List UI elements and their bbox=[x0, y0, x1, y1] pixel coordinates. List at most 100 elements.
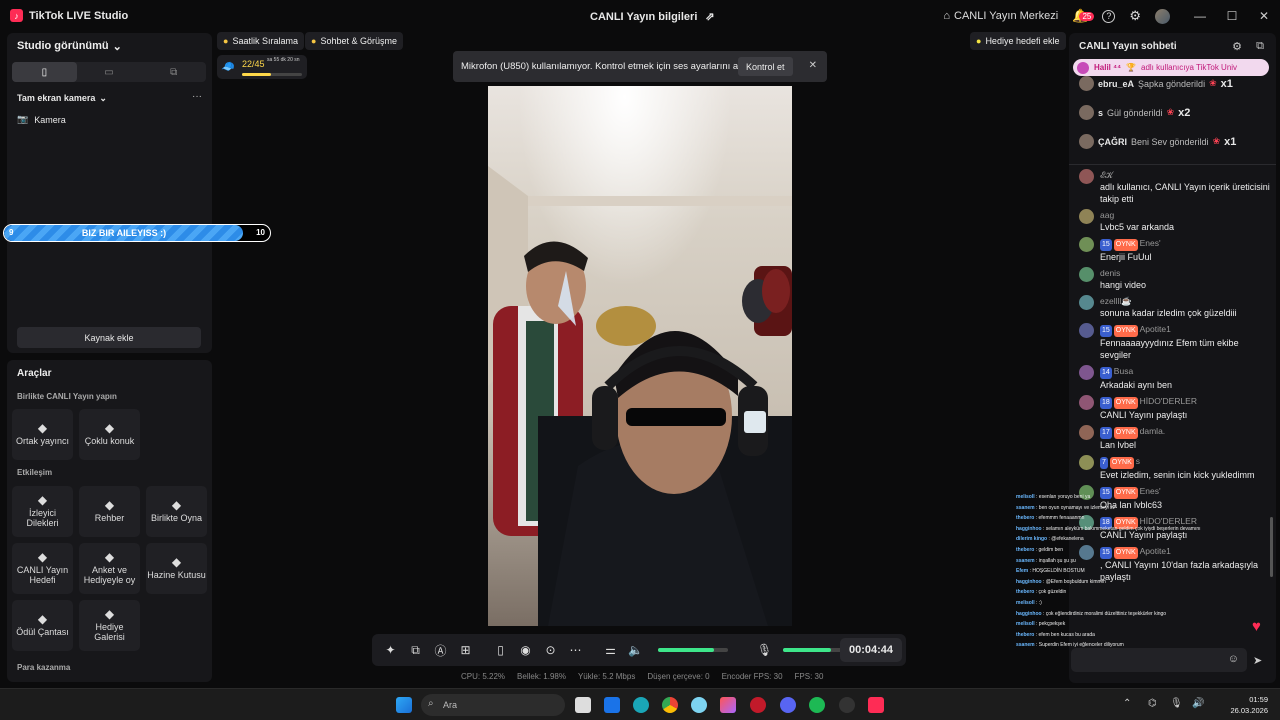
mixer-icon[interactable]: ⚌ bbox=[598, 643, 623, 657]
chat-input[interactable]: ☺ bbox=[1071, 648, 1247, 672]
chat-settings-icon[interactable]: ⚙ bbox=[1232, 40, 1242, 53]
chat-message[interactable]: aag Lvbc5 var arkanda bbox=[1069, 207, 1276, 235]
gift-count: x1 bbox=[1220, 77, 1233, 90]
task-view-icon[interactable] bbox=[575, 697, 591, 713]
avatar bbox=[1079, 395, 1094, 410]
source-item-camera[interactable]: 📷 Kamera bbox=[17, 114, 66, 125]
live-info-button[interactable]: CANLI Yayın bilgileri ⇗ bbox=[590, 10, 715, 24]
chat-message[interactable]: ezellll☕ sonuna kadar izledim çok güzeldi… bbox=[1069, 293, 1276, 321]
fan-badge: OYNK bbox=[1109, 457, 1134, 469]
tiktok-studio-icon[interactable] bbox=[868, 697, 884, 713]
maximize-button[interactable]: ☐ bbox=[1216, 9, 1248, 23]
live-center-button[interactable]: ⌂ CANLI Yayın Merkezi bbox=[943, 10, 1058, 22]
capture-icon[interactable]: ⊙ bbox=[538, 643, 563, 657]
speaker-icon[interactable]: 🔈 bbox=[623, 643, 648, 657]
chat-message[interactable]: 𝓔𝓚 adlı kullanıcı, CANLI Yayın içerik üre… bbox=[1069, 167, 1276, 207]
windows-start-icon[interactable] bbox=[396, 697, 412, 713]
volume-slider[interactable] bbox=[658, 648, 728, 652]
scene-dropdown[interactable]: Tam ekran kamera ⌄ bbox=[17, 93, 107, 104]
wishes-tool[interactable]: ◆ İzleyici Dilekleri bbox=[12, 486, 73, 537]
minimize-button[interactable]: — bbox=[1184, 9, 1216, 23]
close-button[interactable]: ✕ bbox=[1248, 9, 1280, 23]
emoji-icon[interactable]: ☺ bbox=[1228, 653, 1239, 665]
chat-message[interactable]: 15 OYNK Enes' Enerjii FuUul bbox=[1069, 235, 1276, 265]
overlay-username: ssanem bbox=[1016, 504, 1035, 511]
tool-label: Birlikte Oyna bbox=[150, 513, 203, 523]
notifications-button[interactable]: 🔔 25 bbox=[1072, 8, 1095, 24]
gift-list: ebru_eA Şapka gönderildi ❀ x1 s Gül gönderild… bbox=[1069, 69, 1276, 156]
media-player-icon[interactable] bbox=[750, 697, 766, 713]
mic-tray-icon[interactable]: 🎙 bbox=[1170, 698, 1183, 709]
portrait-mode-button[interactable]: ▯ bbox=[12, 62, 77, 82]
spotify-icon[interactable] bbox=[809, 697, 825, 713]
close-icon[interactable]: ✕ bbox=[809, 60, 817, 71]
treasure-tool[interactable]: ◆ Hazine Kutusu bbox=[146, 543, 207, 594]
avatar bbox=[1079, 455, 1094, 470]
record-icon[interactable]: ◉ bbox=[513, 643, 538, 657]
gift-gallery-tool[interactable]: ◆ Hediye Galerisi bbox=[79, 600, 140, 651]
copilot-icon[interactable] bbox=[720, 697, 736, 713]
chevron-up-icon[interactable]: ⌃ bbox=[1123, 698, 1131, 709]
heart-icon[interactable]: ♥ bbox=[1252, 618, 1261, 635]
app-title-text: TikTok LIVE Studio bbox=[29, 9, 129, 22]
gift-row[interactable]: s Gül gönderildi ❀ x2 bbox=[1069, 98, 1276, 127]
hourly-ranking-chip[interactable]: ● Saatlik Sıralama bbox=[217, 32, 304, 50]
taskbar-search[interactable]: ⌕ Ara bbox=[421, 694, 565, 716]
chrome-icon[interactable] bbox=[662, 697, 678, 713]
mic-slider[interactable] bbox=[783, 648, 847, 652]
tool-label: CANLI Yayın Hedefi bbox=[16, 565, 69, 585]
overlay-chat-line: thebero : efem ben kucas bu arada bbox=[1016, 631, 1095, 638]
help-button[interactable]: ? bbox=[1102, 9, 1116, 23]
add-source-button[interactable]: Kaynak ekle bbox=[17, 327, 201, 348]
dual-mode-button[interactable]: ⧉ bbox=[141, 62, 206, 82]
chat-message[interactable]: 15 OYNK Apotite1 Fennaaaayyydınız Efem tüm … bbox=[1069, 321, 1276, 363]
poll-tool[interactable]: ◆ Anket ve Hediyeyle oy bbox=[79, 543, 140, 594]
chat-message[interactable]: 7 OYNK s Evet izledim, senin icin kick yukl… bbox=[1069, 453, 1276, 483]
app-icon[interactable] bbox=[691, 697, 707, 713]
more-icon[interactable]: ⋯ bbox=[563, 643, 588, 657]
avatar bbox=[1079, 237, 1094, 252]
chat-message[interactable]: 18 OYNK HİDO'DERLER CANLI Yayını paylaştı bbox=[1069, 393, 1276, 423]
outlook-icon[interactable] bbox=[604, 697, 620, 713]
add-overlay-icon[interactable]: ⊞ bbox=[453, 643, 478, 657]
multi-guest-tool[interactable]: ◆ Çoklu konuk bbox=[79, 409, 140, 460]
overlay-username: thebero bbox=[1016, 631, 1035, 638]
microphone-icon[interactable]: 🎙 bbox=[752, 643, 777, 657]
more-options-icon[interactable]: ··· bbox=[192, 91, 202, 102]
obs-icon[interactable] bbox=[839, 697, 855, 713]
chat-scrollbar[interactable] bbox=[1270, 517, 1273, 577]
send-icon[interactable]: ➤ bbox=[1253, 654, 1262, 667]
profile-avatar[interactable] bbox=[1155, 8, 1170, 24]
settings-button[interactable]: ⚙ bbox=[1129, 8, 1141, 24]
volume-tray-icon[interactable]: 🔊 bbox=[1192, 698, 1204, 709]
system-clock[interactable]: 01:59 26.03.2026 bbox=[1230, 694, 1268, 716]
discord-icon[interactable] bbox=[780, 697, 796, 713]
reward-bag-tool[interactable]: ◆ Ödül Çantası bbox=[12, 600, 73, 651]
guide-tool[interactable]: ◆ Rehber bbox=[79, 486, 140, 537]
network-icon[interactable]: ⌬ bbox=[1148, 698, 1157, 709]
edge-icon[interactable] bbox=[633, 697, 649, 713]
gift-row[interactable]: ebru_eA Şapka gönderildi ❀ x1 bbox=[1069, 69, 1276, 98]
check-button[interactable]: Kontrol et bbox=[738, 57, 793, 76]
chat-message[interactable]: 17 OYNK damla. Lan lvbel bbox=[1069, 423, 1276, 453]
gift-row[interactable]: ÇAĞRI Beni Sev gönderildi ❀ x1 bbox=[1069, 127, 1276, 156]
landscape-mode-button[interactable]: ▭ bbox=[77, 62, 142, 82]
gift-goal-chip[interactable]: ● Hediye hedefi ekle bbox=[970, 32, 1066, 50]
phone-icon[interactable]: ▯ bbox=[488, 643, 513, 657]
link-tool[interactable]: ◆ Ortak yayıncı bbox=[12, 409, 73, 460]
ai-icon[interactable]: Ⓐ bbox=[428, 642, 453, 659]
play-together-tool[interactable]: ◆ Birlikte Oyna bbox=[146, 486, 207, 537]
overlay-chat-line: thebero : çok güzeldin bbox=[1016, 589, 1067, 596]
chat-message[interactable]: denis hangi video bbox=[1069, 265, 1276, 293]
tiktok-logo-icon: ♪ bbox=[10, 9, 23, 22]
popout-icon[interactable]: ⧉ bbox=[1256, 40, 1264, 53]
camera-effects-icon[interactable]: ⧉ bbox=[403, 643, 428, 658]
magic-wand-icon[interactable]: ✦ bbox=[378, 643, 403, 657]
chat-meet-chip[interactable]: ● Sohbet & Görüşme bbox=[305, 32, 403, 50]
rank-progress-widget[interactable]: 🧢 22/45 sa 55 dk 20 sn bbox=[217, 55, 307, 79]
studio-view-dropdown[interactable]: Studio görünümü ⌄ bbox=[17, 40, 122, 53]
goal-tool[interactable]: ◆ CANLI Yayın Hedefi bbox=[12, 543, 73, 594]
overlay-username: ssanem bbox=[1016, 642, 1035, 649]
chat-icon: ● bbox=[311, 36, 317, 46]
chat-message[interactable]: 14 Busa Arkadaki aynı ben bbox=[1069, 363, 1276, 393]
